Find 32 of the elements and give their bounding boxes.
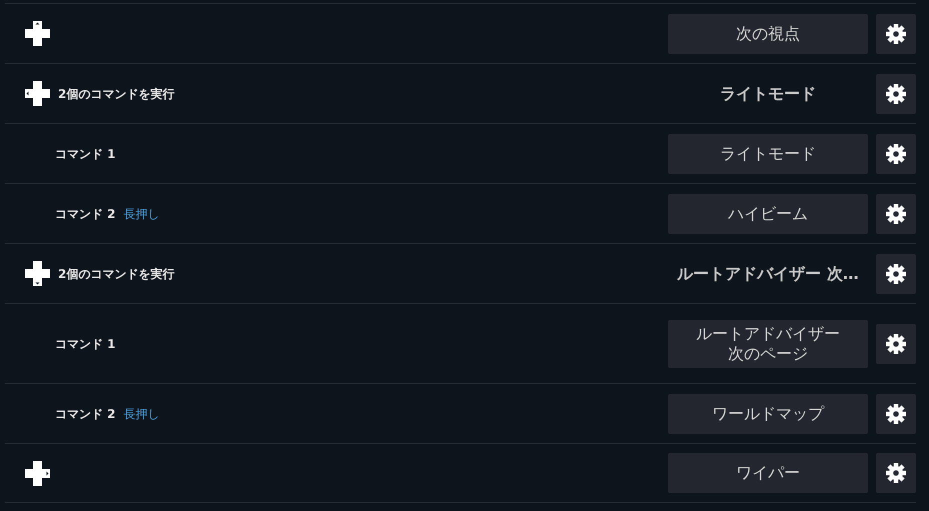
row-label: 2個のコマンドを実行 xyxy=(58,86,174,102)
row-label: コマンド 2 xyxy=(55,406,116,422)
settings-icon xyxy=(886,24,906,44)
settings-icon xyxy=(886,84,906,104)
action-button[interactable]: ワールドマップ xyxy=(668,394,868,434)
action-button[interactable]: 次の視点 xyxy=(668,14,868,54)
action-button[interactable]: ルートアドバイザー 次のページ xyxy=(668,320,868,368)
settings-icon xyxy=(886,144,906,164)
action-button[interactable]: ライトモード xyxy=(668,134,868,174)
settings-button[interactable] xyxy=(876,394,916,434)
action-button[interactable]: ワイパー xyxy=(668,453,868,493)
settings-icon xyxy=(886,204,906,224)
long-press-label: 長押し xyxy=(124,406,160,422)
long-press-label: 長押し xyxy=(124,206,160,222)
settings-icon xyxy=(886,334,906,354)
settings-button[interactable] xyxy=(876,324,916,364)
settings-button[interactable] xyxy=(876,453,916,493)
row-label: コマンド 1 xyxy=(55,146,116,162)
row-label: コマンド 1 xyxy=(55,336,116,352)
row-label: コマンド 2 xyxy=(55,206,116,222)
action-summary: ライトモード xyxy=(719,82,817,104)
settings-button[interactable] xyxy=(876,194,916,234)
settings-button[interactable] xyxy=(876,14,916,54)
settings-button[interactable] xyxy=(876,74,916,114)
settings-icon xyxy=(886,264,906,284)
settings-button[interactable] xyxy=(876,134,916,174)
settings-icon xyxy=(886,404,906,424)
settings-button[interactable] xyxy=(876,254,916,294)
action-button[interactable]: ハイビーム xyxy=(668,194,868,234)
action-summary: ルートアドバイザー 次… xyxy=(676,262,860,284)
settings-icon xyxy=(886,463,906,483)
row-label: 2個のコマンドを実行 xyxy=(58,266,174,282)
